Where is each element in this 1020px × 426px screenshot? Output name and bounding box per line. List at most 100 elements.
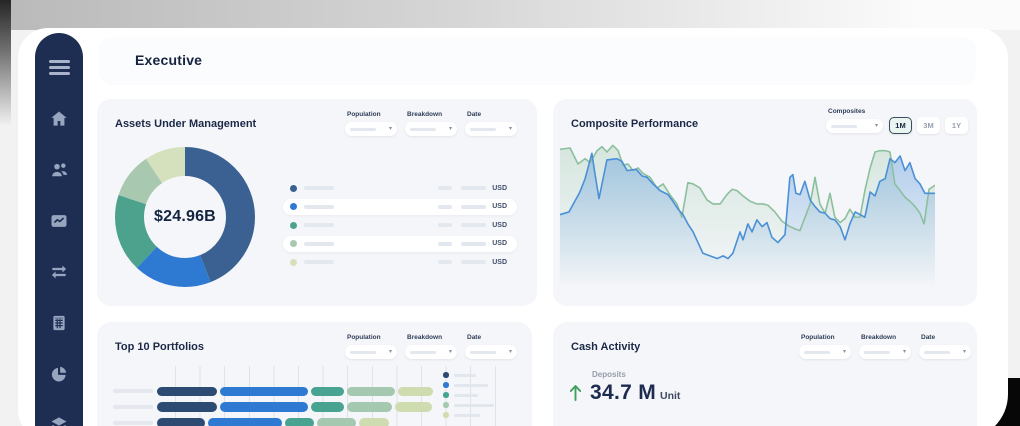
label-placeholder (304, 242, 334, 246)
label-placeholder (304, 223, 334, 227)
chevron-down-icon: ▾ (963, 349, 966, 355)
layers-icon[interactable] (48, 414, 70, 426)
label-placeholder (304, 260, 334, 264)
metric-value: 34.7 M (590, 381, 656, 405)
currency-label: USD (492, 222, 507, 229)
legend-dot (290, 259, 297, 266)
chevron-down-icon: ▾ (903, 349, 906, 355)
menu-icon[interactable] (45, 53, 74, 82)
allocation-pie-icon[interactable] (48, 363, 70, 384)
breakdown-filter: Breakdown ▾ (405, 334, 457, 359)
legend-item (443, 380, 494, 390)
value-placeholder (438, 205, 452, 209)
chevron-down-icon: ▾ (509, 126, 512, 132)
bar-segment (395, 402, 432, 412)
range-1y-button[interactable]: 1Y (945, 117, 968, 134)
label-placeholder (454, 404, 494, 407)
label-placeholder (454, 384, 488, 387)
value-placeholder (438, 242, 452, 246)
filter-label: Population (801, 334, 851, 341)
home-icon[interactable] (48, 108, 70, 129)
filter-label: Population (347, 334, 397, 341)
top10-filters: Population ▾ Breakdown ▾ Date ▾ (345, 334, 517, 359)
calculator-icon[interactable] (48, 312, 70, 333)
filter-label: Breakdown (407, 334, 457, 341)
app-window: Executive Assets Under Management Popula… (18, 28, 1008, 426)
value-placeholder (438, 260, 452, 264)
currency-label: USD (492, 203, 507, 210)
cash-breakdown-select[interactable]: ▾ (859, 345, 911, 359)
up-arrow-icon (569, 384, 582, 401)
aum-breakdown-select[interactable]: ▾ (405, 122, 457, 136)
currency-label: USD (492, 240, 507, 247)
filter-label: Date (921, 334, 971, 341)
value-placeholder (438, 186, 452, 190)
breakdown-filter: Breakdown ▾ (405, 111, 457, 136)
chevron-down-icon: ▾ (875, 123, 878, 129)
breakdown-filter: Breakdown ▾ (859, 334, 911, 359)
legend-dot (443, 402, 449, 408)
cash-population-select[interactable]: ▾ (799, 345, 851, 359)
background-top-band (0, 0, 1020, 30)
value-placeholder (438, 223, 452, 227)
portfolio-bar-row (113, 402, 435, 412)
filter-label: Breakdown (407, 111, 457, 118)
value-placeholder (461, 242, 486, 246)
top10-population-select[interactable]: ▾ (345, 345, 397, 359)
sidebar-nav (48, 108, 70, 426)
chevron-down-icon: ▾ (449, 126, 452, 132)
cash-date-select[interactable]: ▾ (919, 345, 971, 359)
page-title: Executive (135, 52, 202, 68)
legend-dot (290, 240, 297, 247)
chevron-down-icon: ▾ (389, 126, 392, 132)
row-label-placeholder (113, 389, 153, 393)
composites-select[interactable]: ▾ (826, 119, 883, 133)
chevron-down-icon: ▾ (389, 349, 392, 355)
aum-legend-row: USD (283, 217, 517, 233)
range-1m-button[interactable]: 1M (889, 117, 912, 134)
filter-label: Date (467, 111, 517, 118)
label-placeholder (304, 186, 334, 190)
bar-segment (208, 418, 282, 426)
value-placeholder (461, 186, 486, 190)
page-header: Executive (100, 37, 975, 83)
composite-line-chart (560, 140, 935, 288)
composite-performance-card: Composite Performance Composites ▾ 1M 3M… (553, 99, 977, 306)
aum-card: Assets Under Management Population ▾ Bre… (97, 99, 537, 306)
filter-label: Date (467, 334, 517, 341)
deposits-metric: Deposits 34.7 M Unit (569, 370, 680, 405)
value-placeholder (461, 223, 486, 227)
bar-segment (347, 387, 395, 397)
aum-legend-row: USD (283, 254, 517, 270)
range-3m-button[interactable]: 3M (917, 117, 940, 134)
population-filter: Population ▾ (345, 334, 397, 359)
currency-label: USD (492, 259, 507, 266)
aum-date-select[interactable]: ▾ (465, 122, 517, 136)
aum-population-select[interactable]: ▾ (345, 122, 397, 136)
legend-dot (443, 382, 449, 388)
background-shadow (0, 0, 11, 140)
bar-segment (157, 418, 205, 426)
aum-filters: Population ▾ Breakdown ▾ Date ▾ (345, 111, 517, 136)
bar-segment (347, 402, 392, 412)
transactions-icon[interactable] (48, 261, 70, 282)
users-icon[interactable] (48, 159, 70, 180)
legend-dot (443, 372, 449, 378)
aum-total-value: $24.96B (113, 145, 257, 289)
metric-label: Deposits (592, 370, 680, 379)
metric-unit: Unit (660, 390, 680, 402)
portfolio-bar-row (113, 387, 436, 397)
label-placeholder (304, 205, 334, 209)
legend-item (443, 390, 494, 400)
chevron-down-icon: ▾ (509, 349, 512, 355)
aum-legend-row: USD (283, 199, 517, 215)
portfolios-chart-icon[interactable] (48, 210, 70, 231)
population-filter: Population ▾ (345, 111, 397, 136)
date-filter: Date ▾ (465, 111, 517, 136)
top10-date-select[interactable]: ▾ (465, 345, 517, 359)
legend-dot (443, 392, 449, 398)
composite-controls: Composites ▾ 1M 3M 1Y (826, 108, 968, 133)
top10-breakdown-select[interactable]: ▾ (405, 345, 457, 359)
bar-segment (311, 402, 344, 412)
legend-item (443, 410, 494, 420)
